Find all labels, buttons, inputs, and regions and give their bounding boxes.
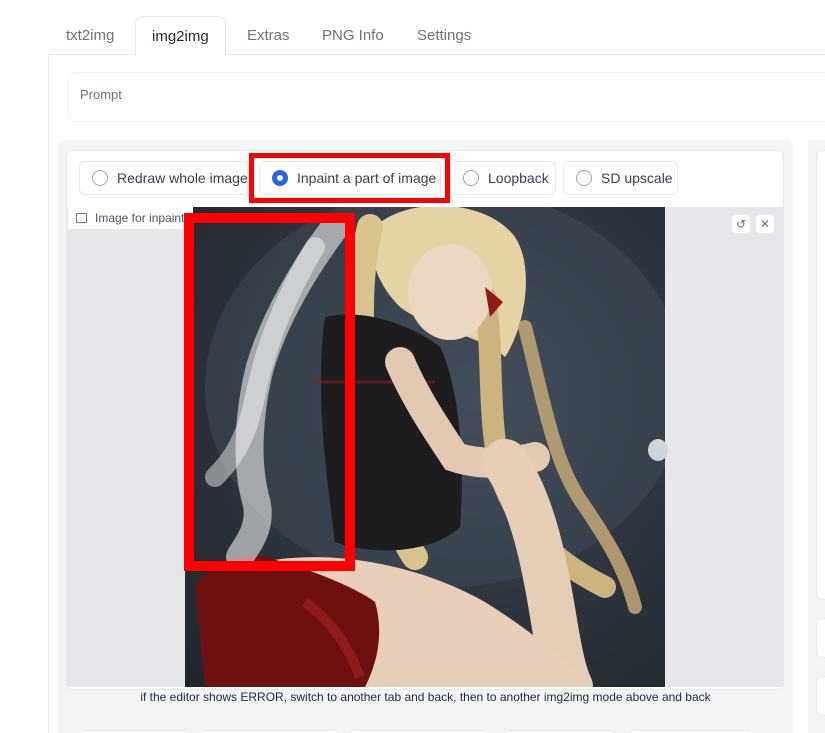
highlight-box-mode — [249, 153, 450, 203]
image-icon — [76, 213, 87, 223]
mode-label: Redraw whole image — [117, 170, 248, 186]
image-label: Image for inpainti — [68, 207, 194, 229]
tab-png-info[interactable]: PNG Info — [306, 16, 400, 56]
tab-bar: txt2img img2img Extras PNG Info Settings — [48, 16, 825, 56]
mode-label: Loopback — [488, 170, 549, 186]
radio-icon — [463, 170, 479, 186]
mode-label: SD upscale — [601, 170, 673, 186]
brush-size-handle[interactable] — [648, 439, 668, 461]
tab-settings[interactable]: Settings — [401, 16, 487, 56]
tab-img2img[interactable]: img2img — [135, 16, 226, 56]
mode-sd-upscale[interactable]: SD upscale — [563, 161, 678, 195]
image-label-text: Image for inpainti — [95, 211, 188, 225]
undo-icon[interactable]: ↺ — [731, 214, 751, 234]
right-button[interactable] — [816, 676, 825, 716]
right-panel — [816, 150, 825, 600]
mode-redraw-whole-image[interactable]: Redraw whole image — [79, 161, 249, 195]
tab-txt2img[interactable]: txt2img — [50, 16, 130, 56]
radio-icon — [576, 170, 592, 186]
radio-icon — [92, 170, 108, 186]
tab-extras[interactable]: Extras — [231, 16, 306, 56]
prompt-placeholder: Prompt — [80, 87, 122, 102]
mode-loopback[interactable]: Loopback — [450, 161, 556, 195]
prompt-input[interactable] — [68, 72, 825, 122]
right-button[interactable] — [816, 618, 825, 658]
editor-hint: if the editor shows ERROR, switch to ano… — [140, 690, 711, 704]
close-icon[interactable]: ✕ — [755, 214, 775, 234]
highlight-box-mask — [184, 213, 355, 571]
